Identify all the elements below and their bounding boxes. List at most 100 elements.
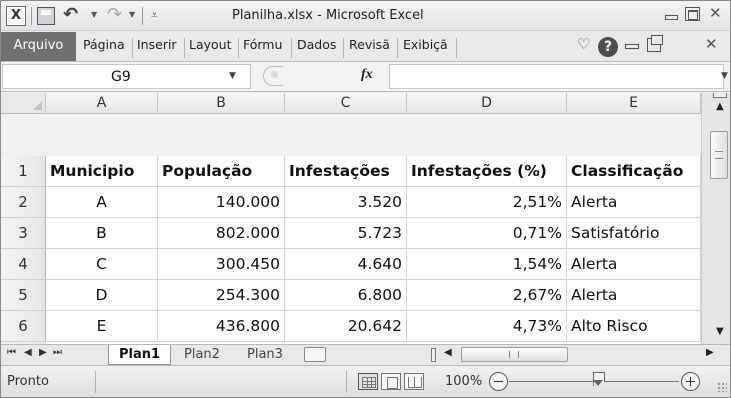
table-cell[interactable]: 4,73% [407,311,567,342]
tab-view[interactable]: Exibiçã [403,37,451,52]
prev-sheet-icon[interactable]: ◀ [24,347,32,358]
name-box-dropdown-icon[interactable]: ▼ [229,71,236,81]
table-cell[interactable]: 6.800 [285,280,407,311]
insert-sheet-icon[interactable] [304,347,326,362]
redo-icon[interactable]: ↷ [107,4,122,25]
table-cell[interactable]: 20.642 [285,311,407,342]
table-cell[interactable]: 2,51% [407,187,567,218]
tab-formulas[interactable]: Fórmu [243,37,291,52]
save-icon[interactable] [37,7,55,25]
table-header-cell[interactable]: Infestações (%) [407,156,567,187]
table-header-cell[interactable]: Municipio [46,156,158,187]
table-cell[interactable]: 3.520 [285,187,407,218]
row-header-2[interactable]: 2 [1,187,46,218]
undo-icon[interactable]: ↶ [63,4,78,25]
workbook-close-icon[interactable]: ✕ [705,35,718,53]
table-cell[interactable]: B [46,218,158,249]
toolbar-separator [142,7,143,25]
row-header-3[interactable]: 3 [1,218,46,249]
first-sheet-icon[interactable]: ⏮ [7,347,16,358]
tab-layout[interactable]: Layout [189,37,237,52]
tab-file[interactable]: Arquivo [1,32,76,61]
last-sheet-icon[interactable]: ⏭ [53,347,62,358]
column-header-c[interactable]: C [285,93,407,114]
restore-icon[interactable] [685,7,700,21]
table-cell[interactable]: Alto Risco [567,311,701,342]
table-cell[interactable]: 0,71% [407,218,567,249]
expand-formula-icon[interactable]: ▼ [721,71,728,81]
table-header-cell[interactable]: Infestações [285,156,407,187]
resize-grip-icon[interactable] [717,382,727,392]
table-cell[interactable]: Alerta [567,280,701,311]
horizontal-split-handle[interactable] [431,348,436,362]
row-header-6[interactable]: 6 [1,311,46,342]
table-cell[interactable]: E [46,311,158,342]
horizontal-scroll-thumb[interactable] [461,347,568,362]
column-header-d[interactable]: D [407,93,567,114]
scroll-left-icon[interactable]: ◀ [444,347,452,358]
table-header-cell[interactable]: População [158,156,285,187]
table-cell[interactable]: 802.000 [158,218,285,249]
table-header-cell[interactable]: Classificação [567,156,701,187]
table-cell[interactable]: Alerta [567,249,701,280]
undo-dropdown-icon[interactable]: ▼ [91,10,97,19]
window-title: Planilha.xlsx - Microsoft Excel [232,8,424,23]
tab-separator [397,38,398,58]
tab-page-layout[interactable]: Página [83,37,128,52]
table-cell[interactable]: A [46,187,158,218]
page-break-view-icon[interactable] [404,373,424,390]
zoom-slider-thumb[interactable] [593,372,605,388]
zoom-level[interactable]: 100% [445,374,482,389]
vertical-scroll-thumb[interactable] [710,131,728,179]
column-header-a[interactable]: A [46,93,158,114]
excel-window: X ↶ ▼ ↷ ▼ ⩡ Planilha.xlsx - Microsoft Ex… [0,0,731,398]
scroll-up-icon[interactable]: ▲ [716,101,724,112]
sheet-tab-plan3[interactable]: Plan3 [247,345,303,365]
next-sheet-icon[interactable]: ▶ [39,347,47,358]
table-cell[interactable]: 5.723 [285,218,407,249]
minimize-icon[interactable] [663,7,678,21]
column-header-e[interactable]: E [567,93,701,114]
table-cell[interactable]: 4.640 [285,249,407,280]
table-cell[interactable]: 2,67% [407,280,567,311]
formula-input[interactable] [389,64,724,89]
insert-function-icon[interactable]: fx [361,67,373,83]
table-cell[interactable]: Satisfatório [567,218,701,249]
ribbon-collapse-icon[interactable]: ♡ [577,35,590,53]
sheet-tab-plan2[interactable]: Plan2 [184,345,240,365]
tab-data[interactable]: Dados [297,37,343,52]
zoom-out-icon[interactable] [489,372,508,391]
vertical-split-handle[interactable] [713,93,727,98]
table-cell[interactable]: 254.300 [158,280,285,311]
table-cell[interactable]: 140.000 [158,187,285,218]
page-layout-view-icon[interactable] [381,373,401,390]
redo-dropdown-icon[interactable]: ▼ [129,10,135,19]
close-icon[interactable]: ✕ [709,6,724,21]
tab-separator [238,38,239,58]
excel-app-icon[interactable]: X [6,6,26,26]
status-text: Pronto [7,374,49,389]
zoom-in-icon[interactable] [681,372,700,391]
table-cell[interactable]: C [46,249,158,280]
column-header-b[interactable]: B [158,93,285,114]
help-icon[interactable]: ? [598,37,618,57]
scroll-down-icon[interactable]: ▼ [716,326,724,337]
tab-insert[interactable]: Inserir [137,37,182,52]
table-cell[interactable]: 1,54% [407,249,567,280]
customize-toolbar-icon[interactable]: ⩡ [151,8,158,23]
row-header-4[interactable]: 4 [1,249,46,280]
table-cell[interactable]: D [46,280,158,311]
sheet-tab-plan1[interactable]: Plan1 [108,345,171,365]
tab-review[interactable]: Revisã [349,37,397,52]
workbook-restore-icon[interactable] [647,35,663,52]
select-all-corner[interactable] [1,93,46,114]
table-cell[interactable]: 300.450 [158,249,285,280]
normal-view-icon[interactable] [358,373,378,390]
table-cell[interactable]: Alerta [567,187,701,218]
scroll-right-icon[interactable]: ▶ [706,347,714,358]
workbook-minimize-icon[interactable] [624,37,639,51]
table-cell[interactable]: 436.800 [158,311,285,342]
row-header-5[interactable]: 5 [1,280,46,311]
row-header-1[interactable]: 1 [1,156,46,187]
name-box-value: G9 [111,69,131,85]
